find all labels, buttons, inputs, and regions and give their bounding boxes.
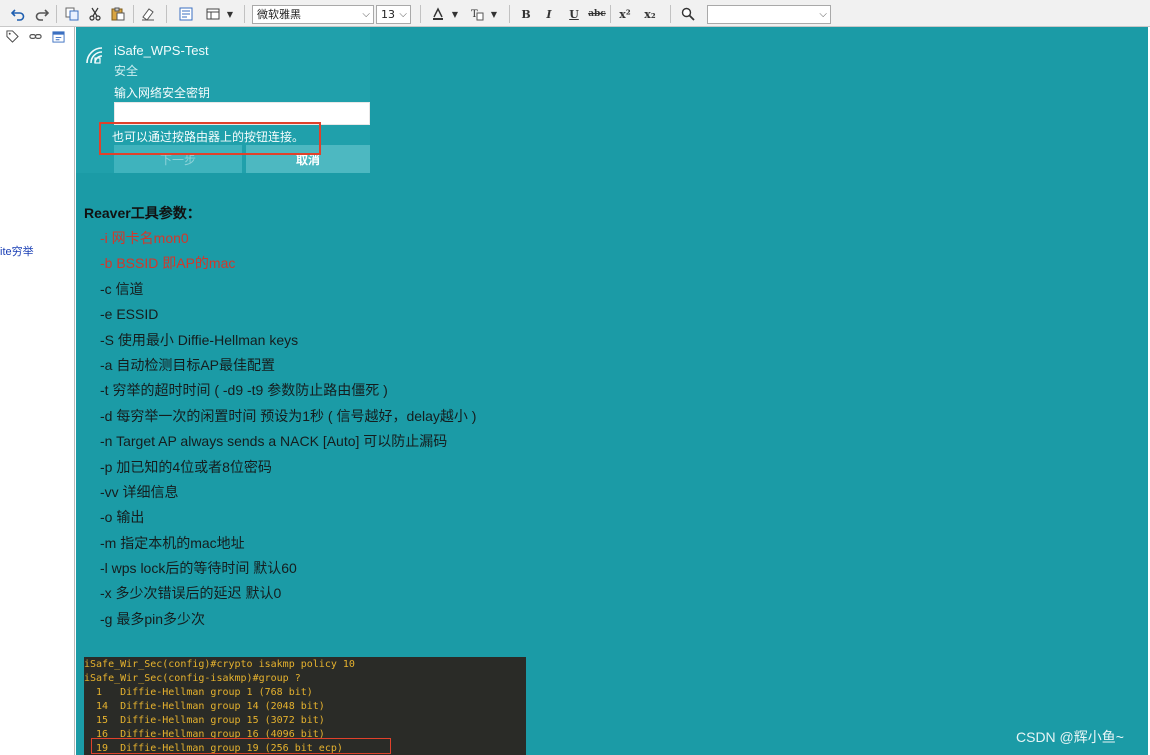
highlight-icon[interactable]: T [467, 5, 487, 23]
reaver-param-item: -c 信道 [100, 280, 144, 297]
terminal-line: iSafe_Wir_Sec(config-isakmp)#group ? [84, 673, 301, 684]
wifi-ssid: iSafe_WPS-Test [114, 43, 209, 58]
reaver-param-item: -i 网卡名mon0 [100, 230, 189, 246]
text-color-dropdown-icon[interactable]: ▼ [451, 5, 459, 23]
reaver-param-item: -l wps lock后的等待时间 默认60 [100, 560, 297, 577]
wifi-connect-screenshot: iSafe_WPS-Test 安全 输入网络安全密钥 下一步 取消 也可以通过按… [76, 27, 370, 173]
editor-toolbar: ▼ 微软雅黑 ⌵ 13 ⌵ ▼ T ▼ B I U abc x² x₂ ⌵ [0, 0, 1150, 27]
wifi-password-prompt: 输入网络安全密钥 [114, 86, 211, 100]
terminal-line: 1 Diffie-Hellman group 1 (768 bit) [84, 687, 313, 698]
superscript-button[interactable]: x² [615, 5, 635, 23]
bold-button[interactable]: B [516, 5, 536, 23]
search-icon[interactable] [678, 5, 698, 23]
wifi-security-label: 安全 [114, 64, 139, 78]
reaver-param-item: -a 自动检测目标AP最佳配置 [100, 356, 276, 373]
cut-icon[interactable] [85, 5, 105, 23]
table-dropdown-icon[interactable]: ▼ [226, 5, 234, 23]
font-size-select[interactable]: 13 ⌵ [376, 5, 411, 24]
reaver-param-item: -m 指定本机的mac地址 [100, 534, 245, 551]
reaver-param-item: -o 输出 [100, 509, 145, 526]
reaver-param-item: -p 加已知的4位或者8位密码 [100, 458, 272, 475]
reaver-param-item: -x 多少次错误后的延迟 默认0 [100, 585, 282, 602]
reaver-param-item: -S 使用最小 Diffie-Hellman keys [100, 331, 299, 348]
underline-button[interactable]: U [564, 5, 584, 23]
undo-icon[interactable] [8, 5, 28, 23]
terminal-screenshot: iSafe_Wir_Sec(config)#crypto isakmp poli… [84, 657, 526, 755]
calendar-icon[interactable] [50, 29, 66, 43]
group19-highlight-box [91, 738, 391, 754]
reaver-params-list: -i 网卡名mon0 -b BSSID 即AP的mac -c 信道 -e ESSID -… [100, 226, 476, 632]
subscript-button[interactable]: x₂ [640, 5, 660, 23]
terminal-line: 15 Diffie-Hellman group 15 (3072 bit) [84, 715, 325, 726]
highlight-dropdown-icon[interactable]: ▼ [490, 5, 498, 23]
table-icon[interactable] [203, 5, 223, 23]
italic-button[interactable]: I [539, 5, 559, 23]
wps-hint-highlight-box [99, 122, 321, 155]
chevron-down-icon: ⌵ [399, 9, 407, 20]
text-color-icon[interactable] [428, 5, 448, 23]
terminal-line: iSafe_Wir_Sec(config)#crypto isakmp poli… [84, 659, 355, 670]
left-sidebar: ite穷举 [0, 27, 75, 755]
reaver-params-title: Reaver工具参数： [84, 205, 201, 221]
reaver-param-item: -vv 详细信息 [100, 483, 179, 500]
reaver-param-item: -n Target AP always sends a NACK [Auto] … [100, 433, 448, 450]
paste-icon[interactable] [108, 5, 128, 23]
redo-icon[interactable] [32, 5, 52, 23]
chevron-down-icon: ⌵ [362, 9, 370, 20]
strikethrough-button[interactable]: abc [587, 5, 607, 23]
terminal-line: 14 Diffie-Hellman group 14 (2048 bit) [84, 701, 325, 712]
eraser-icon[interactable] [138, 5, 158, 23]
copy-icon[interactable] [62, 5, 82, 23]
font-family-select[interactable]: 微软雅黑 ⌵ [252, 5, 374, 24]
reaver-param-item: -g 最多pin多少次 [100, 610, 206, 627]
reaver-param-item: -t 穷举的超时时间 ( -d9 -t9 参数防止路由僵死 ) [100, 382, 388, 399]
wifi-icon [84, 45, 104, 65]
search-select[interactable]: ⌵ [707, 5, 831, 24]
editor-content-area[interactable]: iSafe_WPS-Test 安全 输入网络安全密钥 下一步 取消 也可以通过按… [76, 27, 1148, 755]
sidebar-link-text[interactable]: ite穷举 [0, 243, 34, 259]
font-size-value: 13 [381, 8, 395, 21]
reaver-param-item: -e ESSID [100, 306, 159, 323]
reaver-param-item: -b BSSID 即AP的mac [100, 255, 236, 272]
csdn-watermark: CSDN @辉小鱼~ [1016, 729, 1124, 745]
source-view-icon[interactable] [176, 5, 196, 23]
chevron-down-icon: ⌵ [819, 9, 827, 20]
tag-icon[interactable] [4, 29, 20, 43]
link-icon[interactable] [27, 29, 43, 43]
font-family-value: 微软雅黑 [257, 8, 301, 21]
reaver-param-item: -d 每穷举一次的闲置时间 预设为1秒 ( 信号越好，delay越小 ) [100, 407, 477, 424]
